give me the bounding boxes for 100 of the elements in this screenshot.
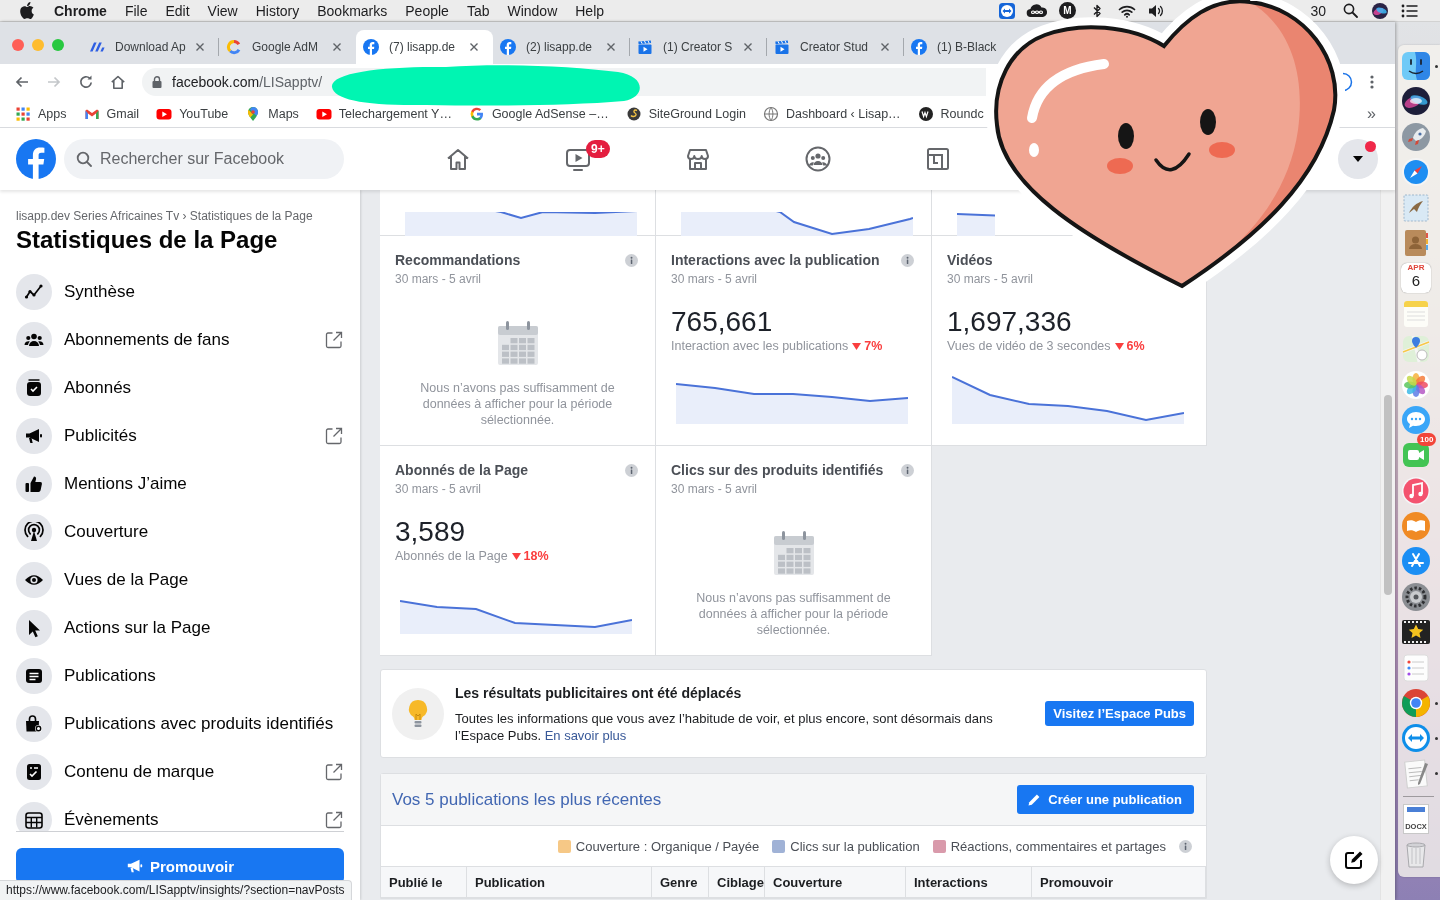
calendar-icon[interactable]: APR 6 <box>1401 263 1431 294</box>
checklist-icon[interactable] <box>1401 652 1431 683</box>
sidebar-item[interactable]: Vues de la Page <box>16 556 344 604</box>
sidebar-item[interactable]: Synthèse <box>16 268 344 316</box>
external-link-icon[interactable] <box>324 762 344 782</box>
external-link-icon[interactable] <box>324 426 344 446</box>
cloud-icon[interactable] <box>1026 2 1049 19</box>
home-icon[interactable] <box>110 74 126 90</box>
menu-item[interactable]: Tab <box>466 2 490 19</box>
compass-icon[interactable] <box>1401 157 1431 188</box>
apple-logo-icon[interactable] <box>20 2 34 19</box>
rocket-icon[interactable] <box>1401 121 1431 152</box>
bookmark-item[interactable]: Google AdSense –… <box>468 105 609 122</box>
map-icon[interactable] <box>1401 334 1431 365</box>
music-note-icon[interactable] <box>1401 475 1431 506</box>
bookmark-item[interactable]: Gmail <box>83 105 140 122</box>
bookmark-item[interactable]: Telechargement Y… <box>315 105 452 122</box>
sidebar-item[interactable]: Couverture <box>16 508 344 556</box>
segmented-circle-icon[interactable] <box>1401 688 1431 719</box>
menu-item[interactable]: Help <box>575 2 605 19</box>
more-options-icon[interactable] <box>1370 74 1374 90</box>
bookmark-item[interactable]: Maps <box>245 105 299 122</box>
menu-item[interactable]: People <box>405 2 449 19</box>
gear-icon[interactable] <box>1401 581 1431 612</box>
more-bookmarks-button[interactable]: » <box>1367 104 1376 123</box>
account-menu-button[interactable] <box>1338 139 1378 179</box>
sidebar-item[interactable]: Mentions J’aime <box>16 460 344 508</box>
flower-icon[interactable] <box>1401 369 1431 400</box>
menu-extra-logo[interactable]: M <box>1058 2 1076 19</box>
column-header: Publication <box>467 867 652 897</box>
back-arrow-icon[interactable] <box>14 74 30 90</box>
breadcrumb[interactable]: lisapp.dev Series Africaines Tv › Statistiques de la Page <box>16 208 344 224</box>
paper-pen-icon[interactable] <box>1401 758 1431 789</box>
search-icon[interactable] <box>1342 3 1358 18</box>
menu-item[interactable]: Window <box>507 2 558 19</box>
compose-button[interactable] <box>1330 836 1378 884</box>
sidebar-item[interactable]: Abonnés <box>16 364 344 412</box>
menu-item[interactable]: View <box>207 2 238 19</box>
eye-icon <box>16 562 52 598</box>
browser-tab[interactable]: Download Ap <box>82 30 219 64</box>
lock-icon[interactable] <box>151 75 163 89</box>
learn-more-link[interactable]: En savoir plus <box>544 727 627 743</box>
app-menu[interactable]: Chrome <box>54 2 107 19</box>
framed-square-icon[interactable] <box>924 145 952 173</box>
create-post-button[interactable]: Créer une publication <box>1017 785 1194 814</box>
notification-badge: 9+ <box>586 140 610 158</box>
scrollbar-thumb[interactable] <box>1384 395 1392 595</box>
browser-tab[interactable]: (1) Creator S <box>630 30 767 64</box>
bookmark-item[interactable]: Dashboard ‹ Lisap… <box>762 105 901 122</box>
sidebar-item[interactable]: Publications <box>16 652 344 700</box>
info-icon[interactable] <box>625 253 638 267</box>
notice-title: Les résultats publicitaires ont été déplacés <box>455 683 743 702</box>
wifi-icon[interactable] <box>1118 3 1137 18</box>
document-lines-icon <box>16 658 52 694</box>
profile-avatar-icon[interactable] <box>1343 72 1353 92</box>
browser-tab[interactable]: (7) lisapp.de <box>356 30 493 64</box>
orb-icon[interactable] <box>1371 1 1389 20</box>
info-icon[interactable] <box>625 463 638 477</box>
browser-tab[interactable]: (1) B-Black <box>904 30 999 64</box>
search-field[interactable]: Rechercher sur Facebook <box>64 139 344 179</box>
bookmark-item[interactable]: YouTube <box>156 105 229 122</box>
info-icon[interactable] <box>1179 839 1192 853</box>
sidebar-item[interactable]: Abonnements de fans <box>16 316 344 364</box>
menu-item[interactable]: Edit <box>165 2 190 19</box>
browser-tab[interactable]: Creator Stud <box>767 30 904 64</box>
bluetooth-icon[interactable] <box>1092 2 1103 19</box>
ads-center-button[interactable]: Visitez l’Espace Pubs <box>1045 701 1194 726</box>
orb-icon[interactable] <box>1401 86 1431 117</box>
sidebar-item[interactable]: Contenu de marque <box>16 748 344 796</box>
bookmark-item[interactable]: SiteGround Login <box>625 105 746 122</box>
f-logo-icon[interactable] <box>16 139 56 179</box>
sidebar-item[interactable]: Évènements <box>16 796 344 831</box>
bookmark-item[interactable]: Roundc <box>917 105 984 122</box>
external-link-icon[interactable] <box>324 330 344 350</box>
stamp-icon[interactable] <box>1401 192 1431 223</box>
metric-value: 3,589 <box>395 516 467 548</box>
bookmark-item[interactable]: Apps <box>15 105 67 122</box>
metric-caption: Vues de vidéo de 3 secondes <box>947 339 1111 353</box>
group-icon[interactable] <box>804 145 832 173</box>
info-icon[interactable] <box>901 463 914 477</box>
sidebar-item[interactable]: Publications avec produits identifiés <box>16 700 344 748</box>
megaphone-icon <box>16 418 52 454</box>
browser-tab[interactable]: (2) lisapp.de <box>493 30 630 64</box>
clock-text[interactable]: 30 <box>1310 2 1326 19</box>
browser-tab[interactable]: Google AdM <box>219 30 356 64</box>
menu-item[interactable]: Bookmarks <box>317 2 388 19</box>
double-arrow-icon[interactable] <box>998 1 1017 20</box>
smiling-face-icon[interactable] <box>1401 51 1431 81</box>
reload-icon[interactable] <box>78 74 94 90</box>
sidebar-item[interactable]: Publicités <box>16 412 344 460</box>
info-icon[interactable] <box>901 253 914 267</box>
url-text: facebook.com/LISapptv/ <box>172 74 323 90</box>
sidebar-item[interactable]: Actions sur la Page <box>16 604 344 652</box>
external-link-icon[interactable] <box>324 810 344 830</box>
list-icon[interactable] <box>1401 3 1419 18</box>
speech-bubble-icon[interactable] <box>1401 404 1431 435</box>
card-title: Interactions avec la publication <box>671 252 880 268</box>
menu-item[interactable]: History <box>255 2 300 19</box>
notice-text: Toutes les informations que vous avez l’habitude de voir, et plus encore, sont désormais dans l’Espace Pubs. En savoir plus <box>455 709 994 744</box>
menu-item[interactable]: File <box>124 2 148 19</box>
